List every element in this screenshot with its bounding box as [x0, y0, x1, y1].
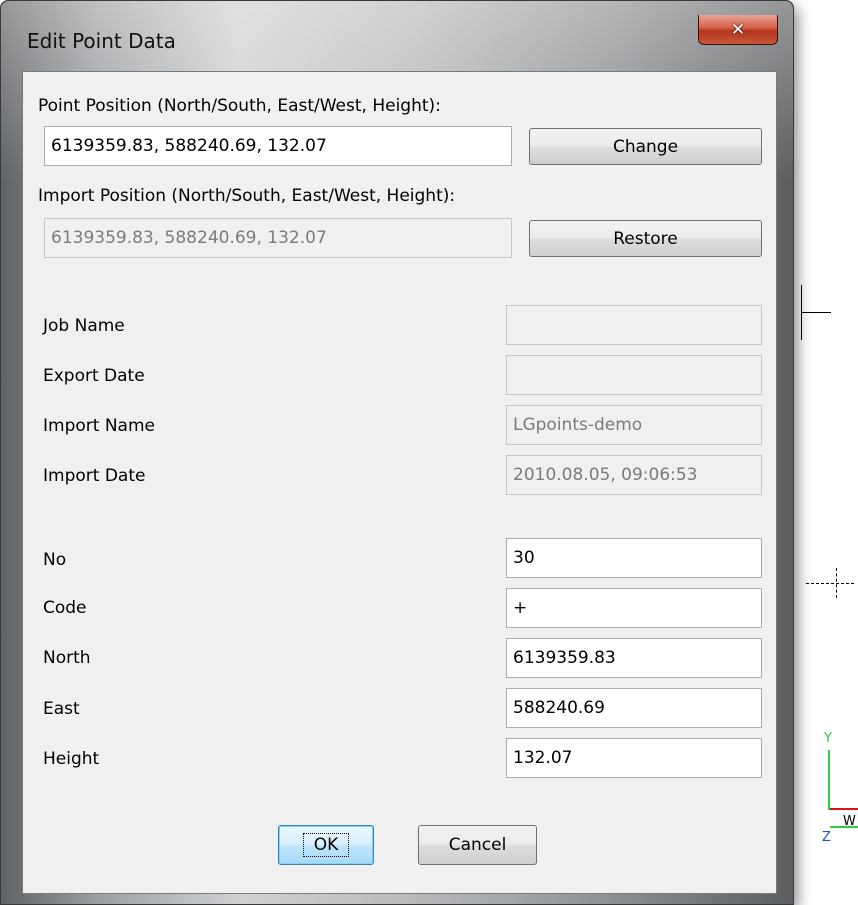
- north-label: North: [43, 648, 91, 668]
- y-axis-line: [828, 750, 830, 810]
- import-date-label: Import Date: [43, 466, 146, 486]
- height-input[interactable]: 132.07: [506, 738, 762, 778]
- job-name-field: [506, 305, 762, 345]
- import-position-input: 6139359.83, 588240.69, 132.07: [44, 218, 512, 258]
- window-title: Edit Point Data: [27, 29, 176, 53]
- close-icon: ✕: [730, 19, 746, 40]
- code-input[interactable]: +: [506, 588, 762, 628]
- ok-button[interactable]: OK: [278, 825, 374, 865]
- import-name-label: Import Name: [43, 416, 155, 436]
- ok-button-label: OK: [302, 833, 350, 857]
- import-position-label: Import Position (North/South, East/West,…: [38, 186, 456, 206]
- import-date-field: 2010.08.05, 09:06:53: [506, 455, 762, 495]
- dialog-client-area: Point Position (North/South, East/West, …: [22, 71, 777, 894]
- z-axis-label: Z: [822, 830, 831, 845]
- export-date-label: Export Date: [43, 366, 145, 386]
- point-position-label: Point Position (North/South, East/West, …: [38, 96, 441, 116]
- change-button[interactable]: Change: [529, 128, 762, 165]
- close-button[interactable]: ✕: [698, 15, 778, 45]
- y-axis-label: Y: [824, 731, 832, 746]
- no-label: No: [43, 550, 67, 570]
- job-name-label: Job Name: [43, 316, 125, 336]
- height-label: Height: [43, 749, 100, 769]
- no-input[interactable]: 30: [506, 538, 762, 578]
- edit-point-dialog: Edit Point Data ✕ Point Position (North/…: [0, 0, 794, 905]
- cancel-button[interactable]: Cancel: [418, 825, 537, 865]
- x-axis-line: [830, 808, 858, 810]
- restore-button[interactable]: Restore: [529, 220, 762, 257]
- export-date-field: [506, 355, 762, 395]
- code-label: Code: [43, 598, 87, 618]
- east-input[interactable]: 588240.69: [506, 688, 762, 728]
- z-axis-line: [830, 826, 858, 828]
- import-name-field: LGpoints-demo: [506, 405, 762, 445]
- east-label: East: [43, 699, 80, 719]
- north-input[interactable]: 6139359.83: [506, 638, 762, 678]
- point-position-input[interactable]: 6139359.83, 588240.69, 132.07: [44, 126, 512, 166]
